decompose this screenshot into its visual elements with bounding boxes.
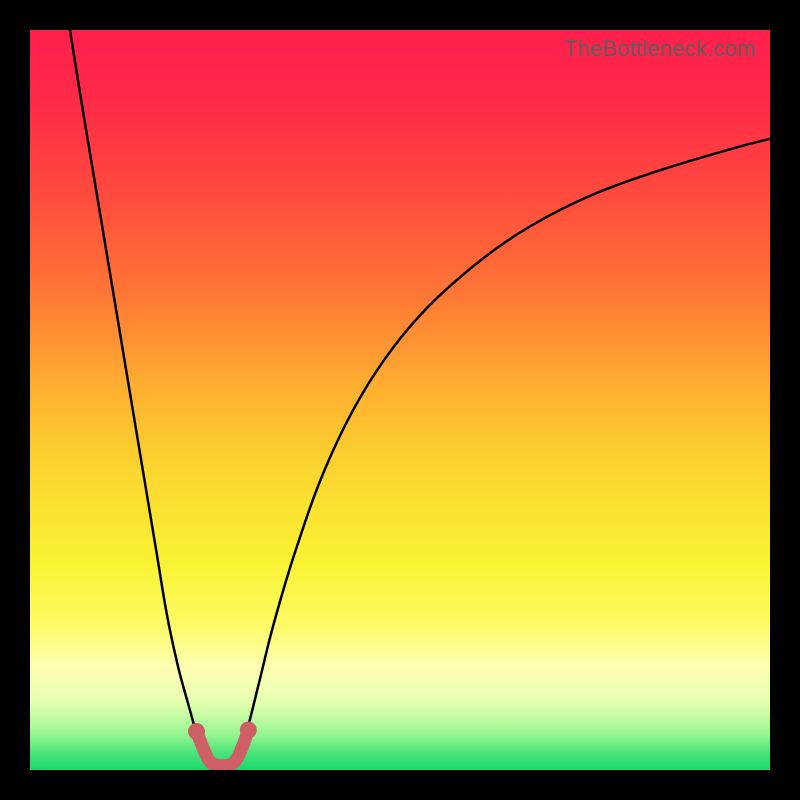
valley-marker-dot [188,723,205,740]
curves-layer [30,30,770,770]
plot-area: TheBottleneck.com [30,30,770,770]
left-curve [70,30,211,764]
right-curve [234,139,771,764]
valley-marker-dot [240,722,257,739]
valley-marker [197,730,249,766]
valley-marker-dots [188,722,257,741]
chart-frame: TheBottleneck.com [0,0,800,800]
